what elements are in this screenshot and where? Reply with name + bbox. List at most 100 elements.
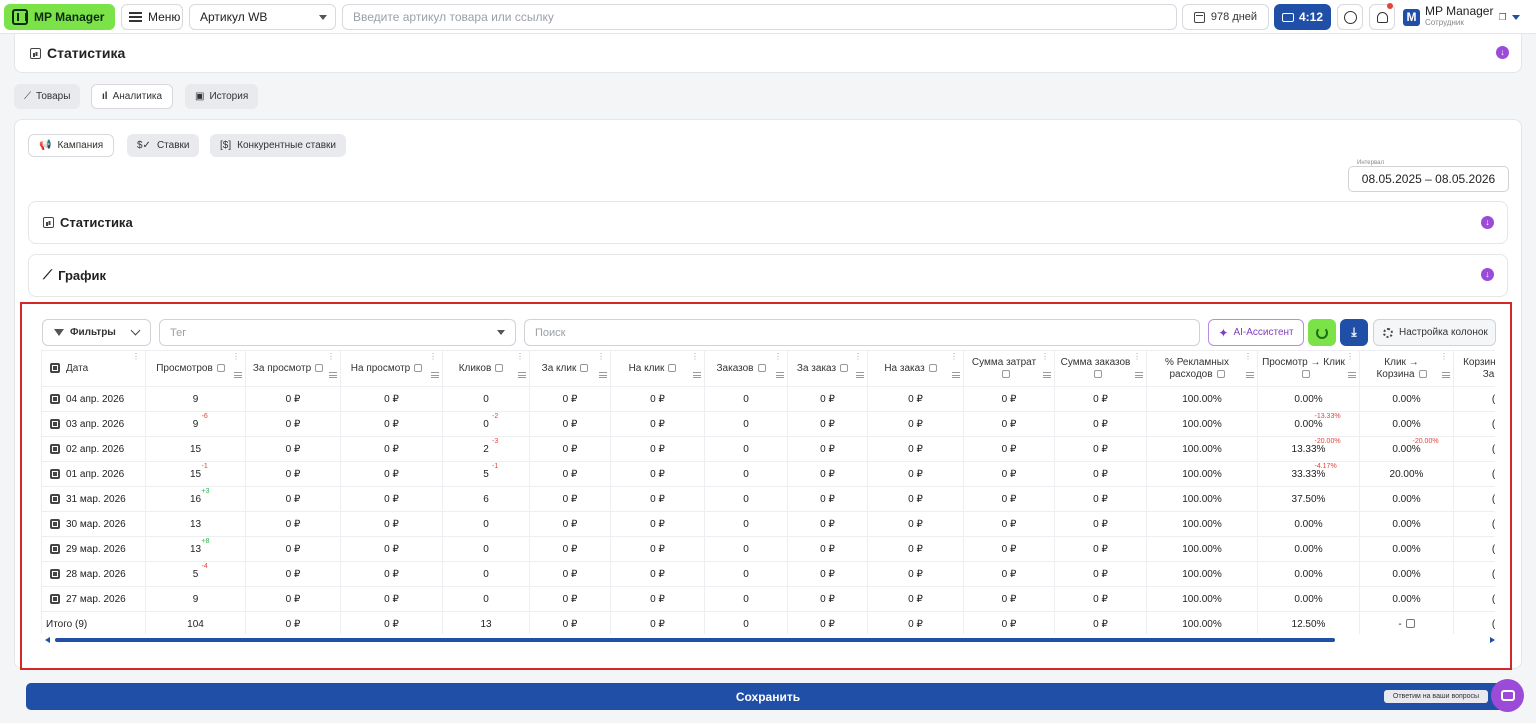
video-timer-button[interactable]: 4:12	[1274, 4, 1331, 30]
info-icon[interactable]	[668, 363, 677, 372]
header-drr[interactable]: % Рекламных расходов ⋮	[1146, 350, 1258, 387]
column-menu-icon[interactable]	[329, 372, 337, 378]
table-row[interactable]: 27 мар. 2026 9 0 ₽0 ₽0 0 ₽0 ₽0 0 ₽0 ₽0 ₽0 ₽1…	[41, 586, 1495, 612]
column-menu-icon[interactable]	[1348, 372, 1356, 378]
row-checkbox[interactable]	[50, 443, 60, 454]
row-checkbox[interactable]	[50, 518, 60, 529]
header-orders[interactable]: Заказов ⋮	[704, 350, 788, 387]
chat-button[interactable]	[1491, 679, 1524, 712]
header-click-to-cart[interactable]: Клик → Корзина ⋮	[1359, 350, 1454, 387]
app-logo[interactable]: MP Manager	[4, 4, 115, 30]
product-search-input[interactable]: Введите артикул товара или ссылку	[342, 4, 1177, 30]
refresh-button[interactable]	[1308, 319, 1336, 346]
total-views: 104	[145, 611, 246, 634]
ai-assistant-button[interactable]: ✦ AI-Ассистент	[1208, 319, 1304, 346]
row-checkbox[interactable]	[50, 393, 60, 404]
column-menu-icon[interactable]	[431, 372, 439, 378]
header-cost-per-order[interactable]: За заказ ⋮	[787, 350, 868, 387]
subscription-days-badge[interactable]: 978 дней	[1182, 4, 1269, 30]
column-menu-icon[interactable]	[234, 372, 242, 378]
scroll-left-icon[interactable]	[45, 637, 50, 643]
info-icon[interactable]	[928, 363, 937, 372]
info-icon[interactable]	[1093, 369, 1102, 378]
row-checkbox[interactable]	[50, 593, 60, 604]
column-menu-icon[interactable]	[1246, 372, 1254, 378]
row-checkbox[interactable]	[50, 468, 60, 479]
tag-select[interactable]: Тег	[159, 319, 516, 346]
header-per-click[interactable]: На клик ⋮	[610, 350, 705, 387]
info-icon[interactable]	[1301, 369, 1310, 378]
row-checkbox[interactable]	[50, 493, 60, 504]
column-menu-icon[interactable]	[1135, 372, 1143, 378]
table-row[interactable]: 04 апр. 2026 9 0 ₽0 ₽0 0 ₽0 ₽0 0 ₽0 ₽0 ₽0 ₽1…	[41, 386, 1495, 412]
column-menu-icon[interactable]	[693, 372, 701, 378]
emoji-button[interactable]	[1337, 4, 1363, 30]
table-row[interactable]: 30 мар. 2026 13 0 ₽0 ₽0 0 ₽0 ₽0 0 ₽0 ₽0 ₽0 ₽…	[41, 511, 1495, 537]
horizontal-scrollbar[interactable]	[45, 637, 1495, 643]
subtab-campaign[interactable]: 📢 Кампания	[28, 134, 115, 157]
subtab-bids[interactable]: $✓ Ставки	[127, 134, 200, 157]
column-menu-icon[interactable]	[776, 372, 784, 378]
notifications-button[interactable]	[1369, 3, 1395, 30]
column-menu-icon[interactable]	[1442, 372, 1450, 378]
user-menu[interactable]: M MP Manager Сотрудник ❐	[1403, 4, 1536, 30]
column-menu-icon[interactable]	[1043, 372, 1051, 378]
column-menu-icon[interactable]	[518, 372, 526, 378]
menu-button[interactable]: Меню	[121, 4, 183, 30]
table-row[interactable]: 01 апр. 2026 15 -1 0 ₽0 ₽5 -1 0 ₽0 ₽0 0 ₽0 ₽0 …	[41, 461, 1495, 487]
subtab-competitor-bids[interactable]: [$] Конкурентные ставки	[210, 134, 346, 157]
table-row[interactable]: 31 мар. 2026 16 +3 0 ₽0 ₽6 0 ₽0 ₽0 0 ₽0 ₽0 ₽0…	[41, 486, 1495, 512]
column-menu-icon[interactable]	[856, 372, 864, 378]
table-search-input[interactable]: Поиск	[524, 319, 1200, 346]
tab-history[interactable]: ▣ История	[185, 84, 259, 109]
tab-products[interactable]: ⟋ Товары	[14, 84, 81, 109]
header-clicks[interactable]: Кликов ⋮	[442, 350, 530, 387]
header-cart-to-order[interactable]: Корзина → За	[1453, 350, 1495, 387]
column-menu-icon[interactable]	[952, 372, 960, 378]
header-orders-sum[interactable]: Сумма заказов ⋮	[1054, 350, 1147, 387]
column-menu-icon[interactable]	[599, 372, 607, 378]
header-date[interactable]: Дата ⋮	[41, 350, 146, 387]
stats-section-title[interactable]: Статистика	[43, 215, 133, 230]
header-views[interactable]: Просмотров ⋮	[145, 350, 246, 387]
header-cost-per-click[interactable]: За клик ⋮	[529, 350, 611, 387]
table-row[interactable]: 28 мар. 2026 5 -4 0 ₽0 ₽0 0 ₽0 ₽0 0 ₽0 ₽0 ₽0 …	[41, 561, 1495, 587]
save-button[interactable]: Сохранить	[26, 683, 1510, 710]
info-icon[interactable]	[495, 363, 504, 372]
expand-chevron-icon[interactable]: ↓	[1496, 46, 1509, 59]
table-row[interactable]: 29 мар. 2026 13 +8 0 ₽0 ₽0 0 ₽0 ₽0 0 ₽0 ₽0 ₽0…	[41, 536, 1495, 562]
info-icon[interactable]	[1002, 369, 1010, 378]
info-icon[interactable]	[840, 363, 849, 372]
table-row[interactable]: 03 апр. 2026 9 -6 0 ₽0 ₽0 -2 0 ₽0 ₽0 0 ₽0 ₽0 ₽…	[41, 411, 1495, 437]
header-per-order[interactable]: На заказ ⋮	[867, 350, 964, 387]
interval-date-range[interactable]: 08.05.2025 – 08.05.2026	[1348, 166, 1509, 192]
header-view-to-click[interactable]: Просмотр → Клик ⋮	[1257, 350, 1360, 387]
table-row[interactable]: 02 апр. 2026 15 0 ₽0 ₽2 -3 0 ₽0 ₽0 0 ₽0 ₽0 ₽0…	[41, 436, 1495, 462]
info-icon[interactable]	[414, 363, 423, 372]
stats-section-title[interactable]: Статистика	[30, 45, 125, 61]
artikul-select[interactable]: Артикул WB	[189, 4, 336, 30]
tab-analytics[interactable]: ıl Аналитика	[91, 84, 174, 109]
select-all-checkbox[interactable]	[50, 362, 60, 373]
expand-chevron-icon[interactable]: ↓	[1481, 268, 1494, 281]
header-cost-per-view[interactable]: За просмотр ⋮	[245, 350, 341, 387]
row-checkbox[interactable]	[50, 568, 60, 579]
info-icon[interactable]	[757, 363, 766, 372]
scroll-right-icon[interactable]	[1490, 637, 1495, 643]
header-spend[interactable]: Сумма затрат ⋮	[963, 350, 1055, 387]
column-settings-button[interactable]: Настройка колонок	[1373, 319, 1496, 346]
info-icon[interactable]	[1418, 369, 1427, 378]
info-icon[interactable]	[580, 363, 589, 372]
info-icon[interactable]	[1216, 369, 1225, 378]
copy-icon[interactable]	[1405, 619, 1415, 629]
row-checkbox[interactable]	[50, 543, 60, 554]
header-per-view[interactable]: На просмотр ⋮	[340, 350, 443, 387]
scroll-thumb[interactable]	[55, 638, 1335, 642]
expand-chevron-icon[interactable]: ↓	[1481, 216, 1494, 229]
row-checkbox[interactable]	[50, 418, 60, 429]
info-icon[interactable]	[315, 363, 324, 372]
chart-section-title[interactable]: ⟋ График	[43, 267, 106, 283]
filters-button[interactable]: Фильтры	[42, 319, 151, 346]
download-button[interactable]: ⤓	[1340, 319, 1368, 346]
info-icon[interactable]	[216, 363, 225, 372]
